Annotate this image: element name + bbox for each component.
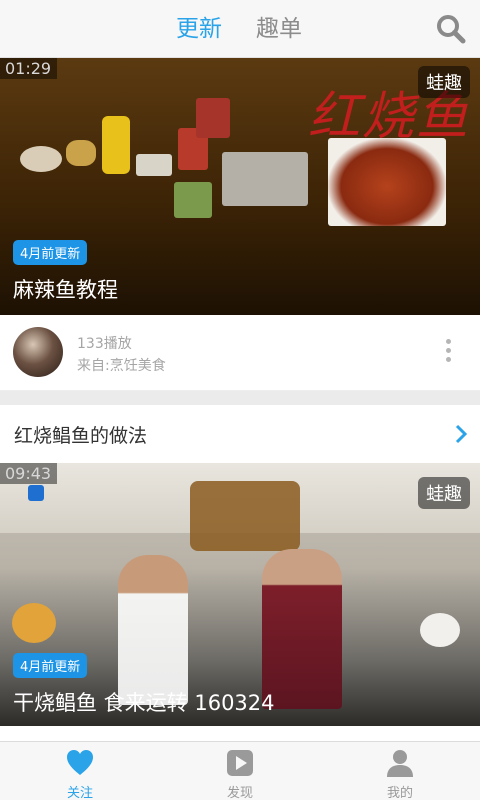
raw-fish-image (222, 152, 308, 206)
video-thumbnail[interactable]: 红烧鱼 01:29 蛙趣 4月前更新 麻辣鱼教程 (0, 58, 480, 315)
next-item-peek (0, 726, 480, 741)
brand-badge: 蛙趣 (418, 477, 470, 509)
nav-follow[interactable]: 关注 (20, 748, 140, 800)
tab-playlists[interactable]: 趣单 (256, 12, 302, 46)
flower-decoration (12, 603, 56, 643)
update-badge: 4月前更新 (13, 240, 88, 265)
section-header[interactable]: 红烧鲳鱼的做法 (0, 405, 480, 463)
cooked-fish-image (328, 138, 446, 226)
search-button[interactable] (436, 14, 466, 44)
video-title[interactable]: 麻辣鱼教程 (13, 274, 118, 304)
channel-source[interactable]: 来自:烹饪美食 (77, 355, 166, 375)
update-badge: 4月前更新 (13, 653, 88, 678)
show-logo (190, 481, 300, 551)
section-title: 红烧鲳鱼的做法 (14, 425, 148, 447)
video-feed: 红烧鱼 01:29 蛙趣 4月前更新 麻辣鱼教程 133播放 来自:烹饪美食 红… (0, 58, 480, 741)
host-figure (262, 549, 342, 709)
chef-figure (118, 555, 188, 705)
oil-bottle-image (102, 116, 130, 174)
seasoning-pack-image (196, 98, 230, 138)
channel-logo-icon (28, 485, 44, 501)
nav-profile[interactable]: 我的 (340, 748, 460, 800)
video-duration: 09:43 (0, 463, 58, 484)
garlic-image (20, 146, 62, 172)
more-dot-icon (445, 348, 451, 353)
ginger-image (66, 140, 96, 166)
flower-decoration (420, 613, 460, 647)
video-title[interactable]: 干烧鲳鱼 食来运转 160324 (13, 687, 275, 717)
nav-label: 我的 (386, 786, 413, 800)
scallion-image (174, 182, 212, 218)
play-icon (227, 750, 253, 776)
bottom-nav: 关注 发现 我的 (0, 741, 480, 800)
heart-icon (67, 750, 93, 775)
spice-pack-image (136, 154, 172, 176)
top-bar: 更新 趣单 (0, 0, 480, 58)
avatar[interactable] (13, 327, 63, 377)
video-thumbnail[interactable]: 09:43 蛙趣 4月前更新 干烧鲳鱼 食来运转 160324 (0, 463, 480, 726)
brand-badge: 蛙趣 (418, 66, 470, 98)
video-info-row: 133播放 来自:烹饪美食 (0, 315, 480, 391)
section-divider (0, 391, 480, 405)
search-icon (437, 15, 466, 44)
user-icon (387, 750, 413, 777)
chevron-right-icon (455, 424, 468, 444)
video-duration: 01:29 (0, 58, 58, 79)
nav-discover[interactable]: 发现 (180, 748, 300, 800)
play-count: 133播放 (77, 336, 132, 352)
tab-updates[interactable]: 更新 (176, 12, 222, 46)
more-dot-icon (445, 339, 451, 344)
more-options-button[interactable] (444, 339, 452, 369)
nav-label: 关注 (66, 786, 93, 800)
nav-label: 发现 (226, 786, 253, 800)
more-dot-icon (445, 357, 451, 362)
